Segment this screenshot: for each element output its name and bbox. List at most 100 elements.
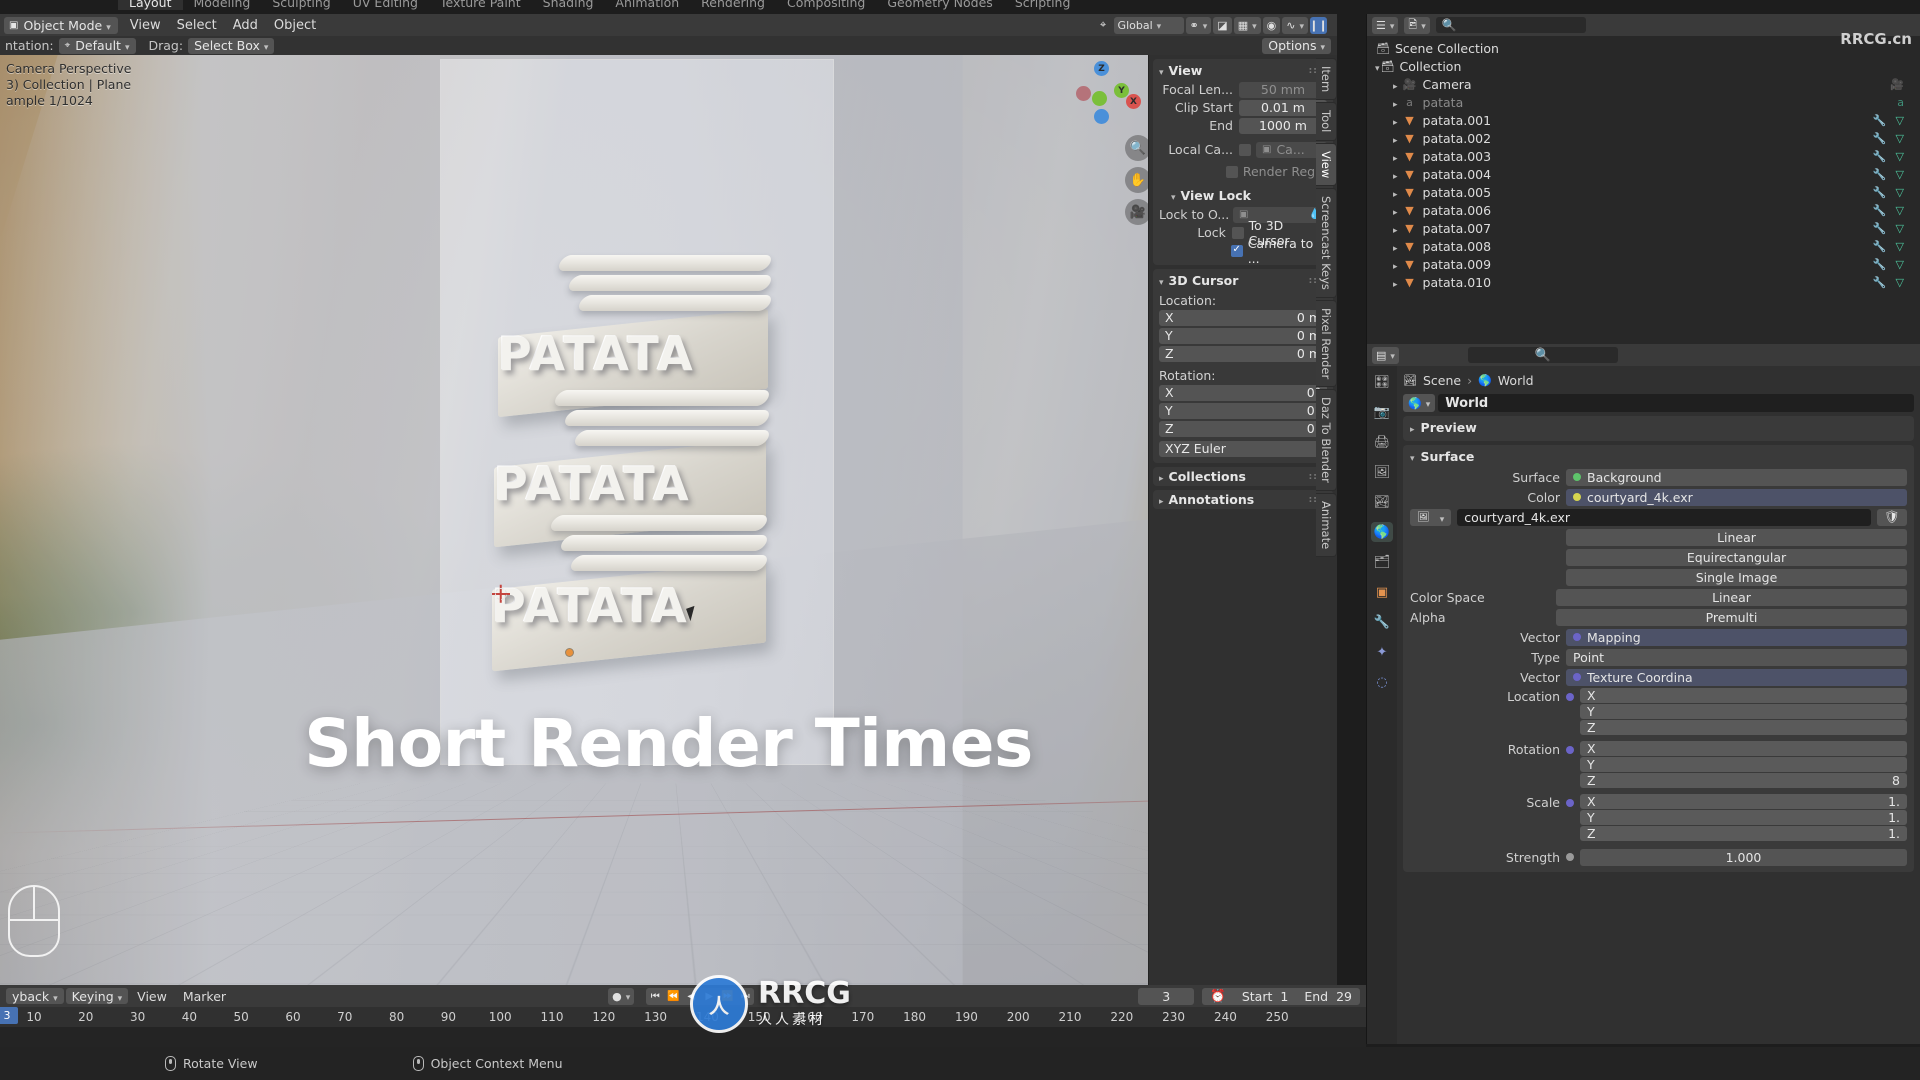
- timeline-channels[interactable]: [0, 1027, 1366, 1047]
- menu-view[interactable]: View: [122, 18, 169, 33]
- end-frame-field[interactable]: End 29: [1296, 989, 1360, 1004]
- cursor-loc-z-field[interactable]: Z 0 m: [1159, 345, 1327, 362]
- render-region-checkbox[interactable]: [1225, 165, 1238, 178]
- to-3d-cursor-checkbox[interactable]: [1231, 226, 1244, 239]
- tab-output[interactable]: 🖨: [1371, 432, 1393, 452]
- display-mode-dropdown[interactable]: 🖻: [1404, 16, 1430, 34]
- cursor-rot-y-field[interactable]: Y 0°: [1159, 402, 1327, 419]
- modifier-icon[interactable]: 🔧: [1873, 222, 1887, 235]
- snap-toggle[interactable]: ⚭: [1185, 16, 1212, 34]
- drag-mode-dropdown[interactable]: Select Box: [188, 37, 275, 54]
- disclosure-triangle-icon[interactable]: [1393, 185, 1398, 200]
- timeline-ruler[interactable]: 3 10203040506070809010011012013014015016…: [0, 1007, 1366, 1027]
- panel-preview-header[interactable]: Preview: [1403, 418, 1914, 437]
- workspace-tab-layout[interactable]: Layout: [118, 0, 183, 10]
- mode-selector[interactable]: ▣ Object Mode: [4, 16, 118, 34]
- mesh-data-icon[interactable]: ▽: [1896, 276, 1904, 289]
- cursor-loc-x-field[interactable]: X 0 m: [1159, 309, 1327, 326]
- interpolation-dropdown[interactable]: Linear: [1566, 528, 1907, 546]
- pause-playback-button[interactable]: ❙❙: [1309, 16, 1328, 34]
- surface-value-dropdown[interactable]: Background: [1566, 468, 1907, 486]
- location-y-field[interactable]: Y: [1580, 704, 1907, 719]
- falloff-curve-icon[interactable]: ∿: [1282, 16, 1308, 34]
- use-preview-range-toggle[interactable]: ⏰: [1202, 988, 1234, 1004]
- color-value-dropdown[interactable]: courtyard_4k.exr: [1566, 488, 1907, 506]
- tab-particles[interactable]: ✦: [1371, 642, 1393, 662]
- mesh-data-icon[interactable]: ▽: [1896, 168, 1904, 181]
- location-x-field[interactable]: X: [1580, 688, 1907, 703]
- outliner-row-patata-001[interactable]: ▼ patata.001 🔧 ▽: [1367, 111, 1920, 129]
- camera-data-icon[interactable]: 🎥: [1890, 78, 1904, 91]
- mesh-data-icon[interactable]: ▽: [1896, 150, 1904, 163]
- mesh-data-icon[interactable]: ▽: [1896, 114, 1904, 127]
- timeline-menu-view[interactable]: View: [130, 989, 174, 1004]
- fake-user-toggle[interactable]: 🛡: [1877, 508, 1907, 526]
- outliner-row-patata-003[interactable]: ▼ patata.003 🔧 ▽: [1367, 147, 1920, 165]
- gizmo-axis-neg-x[interactable]: [1076, 86, 1091, 101]
- jump-start-button[interactable]: ⏮: [646, 991, 664, 1002]
- tab-render[interactable]: 📷: [1371, 402, 1393, 422]
- location-z-field[interactable]: Z: [1580, 720, 1907, 735]
- options-dropdown[interactable]: Options: [1262, 37, 1331, 54]
- strength-field[interactable]: 1.000: [1580, 848, 1907, 866]
- outliner-search-input[interactable]: 🔍: [1435, 17, 1586, 33]
- sidebar-tab-daz-to-blender[interactable]: Daz To Blender: [1316, 388, 1337, 491]
- focal-length-field[interactable]: 50 mm: [1239, 81, 1327, 98]
- mesh-data-icon[interactable]: ▽: [1896, 186, 1904, 199]
- editor-type-dropdown[interactable]: ▤: [1372, 346, 1399, 364]
- font-data-icon[interactable]: a: [1897, 96, 1904, 109]
- sidebar-tab-pixel-render[interactable]: Pixel Render: [1316, 299, 1337, 387]
- orientation-default-dropdown[interactable]: ⌖ Default: [58, 37, 136, 54]
- sidebar-tab-screencast-keys[interactable]: Screencast Keys: [1316, 187, 1337, 298]
- navigation-gizmo[interactable]: Z Y X: [1070, 61, 1141, 124]
- alpha-dropdown[interactable]: Premulti: [1556, 608, 1907, 626]
- panel-3d-cursor-header[interactable]: 3D Cursor ::::: [1153, 271, 1333, 290]
- prev-keyframe-button[interactable]: ⏪: [664, 991, 682, 1002]
- workspace-tab-rendering[interactable]: Rendering: [690, 0, 776, 10]
- keying-dropdown[interactable]: Keying: [65, 988, 129, 1004]
- vector2-value-dropdown[interactable]: Texture Coordina: [1566, 668, 1907, 686]
- breadcrumb-scene[interactable]: Scene: [1423, 373, 1461, 388]
- local-camera-checkbox[interactable]: [1239, 143, 1251, 156]
- menu-add[interactable]: Add: [225, 18, 266, 33]
- tab-view-layer[interactable]: 🖼: [1371, 462, 1393, 482]
- sidebar-tab-item[interactable]: Item: [1316, 58, 1337, 101]
- outliner-row-patata-004[interactable]: ▼ patata.004 🔧 ▽: [1367, 165, 1920, 183]
- disclosure-triangle-icon[interactable]: [1393, 221, 1398, 236]
- panel-surface-header[interactable]: Surface: [1403, 447, 1914, 466]
- properties-search-input[interactable]: 🔍: [1467, 347, 1618, 363]
- mesh-data-icon[interactable]: ▽: [1896, 204, 1904, 217]
- record-toggle[interactable]: ◉: [1262, 16, 1281, 34]
- clip-end-field[interactable]: 1000 m: [1239, 117, 1327, 134]
- workspace-tab-scripting[interactable]: Scripting: [1004, 0, 1082, 10]
- panel-collections-header[interactable]: Collections ::::: [1153, 467, 1333, 486]
- workspace-tab-compositing[interactable]: Compositing: [776, 0, 876, 10]
- disclosure-triangle-icon[interactable]: [1393, 95, 1398, 110]
- color-space-dropdown[interactable]: Linear: [1556, 588, 1907, 606]
- timeline-menu-marker[interactable]: Marker: [176, 989, 233, 1004]
- tab-physics[interactable]: ◌: [1371, 672, 1393, 692]
- modifier-icon[interactable]: 🔧: [1873, 114, 1887, 127]
- tab-collection[interactable]: 🗂: [1371, 552, 1393, 572]
- 3d-viewport[interactable]: PATATA PATATA PATATA Short Render Times …: [0, 55, 1337, 985]
- mesh-data-icon[interactable]: ▽: [1896, 132, 1904, 145]
- outliner-row-patata-006[interactable]: ▼ patata.006 🔧 ▽: [1367, 201, 1920, 219]
- tab-object[interactable]: ▣: [1371, 582, 1393, 602]
- panel-preview[interactable]: Preview: [1403, 416, 1914, 441]
- cursor-rot-z-field[interactable]: Z 0°: [1159, 420, 1327, 437]
- clip-start-field[interactable]: 0.01 m: [1239, 99, 1327, 116]
- sidebar-tab-tool[interactable]: Tool: [1316, 102, 1337, 141]
- mesh-data-icon[interactable]: ▽: [1896, 240, 1904, 253]
- rotation-z-field[interactable]: Z 8: [1580, 773, 1907, 788]
- panel-annotations[interactable]: Annotations ::::: [1153, 490, 1333, 509]
- tab-tool[interactable]: 🎛: [1371, 372, 1393, 392]
- sidebar-tab-view[interactable]: View: [1316, 142, 1337, 186]
- world-browse-dropdown[interactable]: 🌎: [1403, 394, 1436, 412]
- rotation-y-field[interactable]: Y: [1580, 757, 1907, 772]
- current-frame-field[interactable]: 3: [1138, 989, 1194, 1004]
- proportional-edit-toggle[interactable]: ◪: [1213, 16, 1232, 34]
- cursor-loc-y-field[interactable]: Y 0 m: [1159, 327, 1327, 344]
- camera-to-checkbox[interactable]: [1231, 244, 1243, 257]
- outliner-row-Camera[interactable]: 🎥 Camera 🎥: [1367, 75, 1920, 93]
- projection-dropdown[interactable]: Equirectangular: [1566, 548, 1907, 566]
